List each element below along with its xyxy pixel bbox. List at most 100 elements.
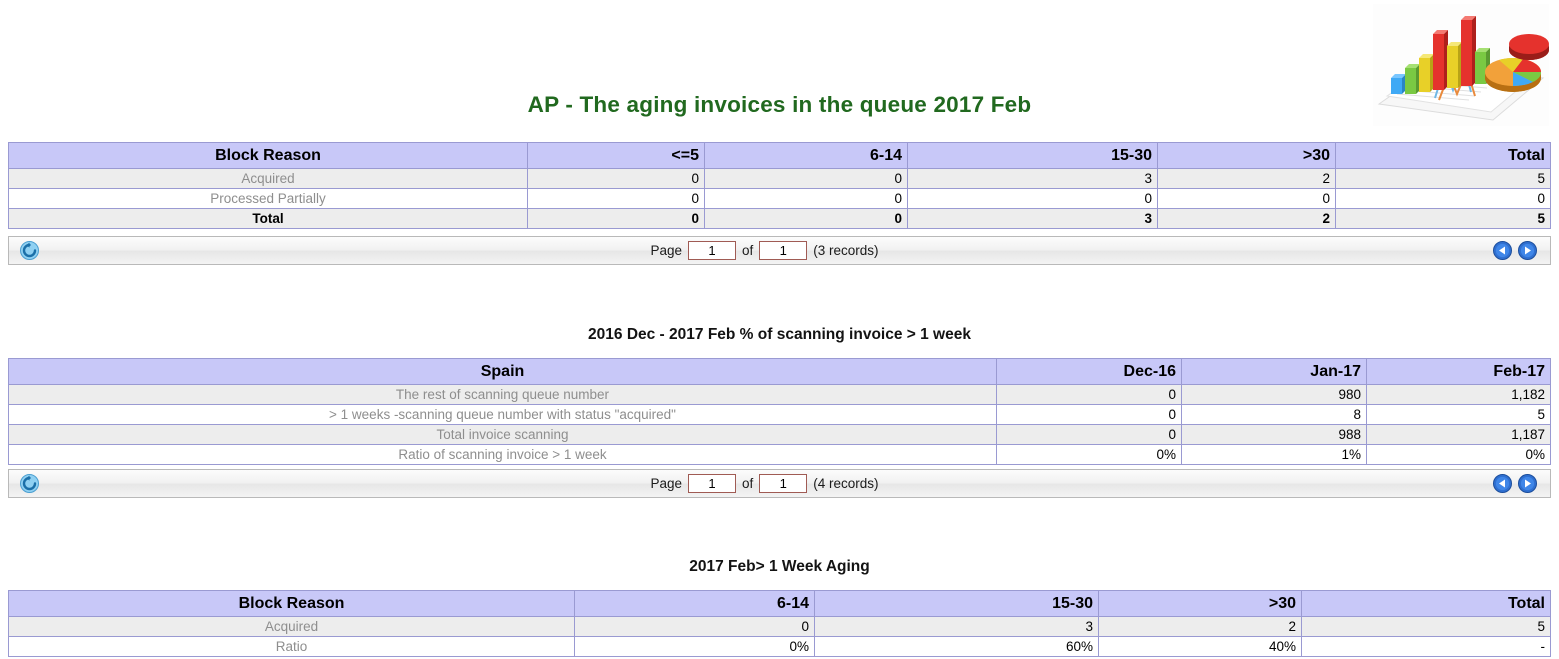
row-label: Acquired xyxy=(8,616,575,637)
column-header-block-reason[interactable]: Block Reason xyxy=(8,590,575,617)
cell-gt30: 2 xyxy=(1098,616,1302,637)
cell-total: 5 xyxy=(1335,208,1551,229)
table-row: Acquired 0 0 3 2 5 xyxy=(8,168,1551,189)
cell-15-30: 60% xyxy=(814,636,1099,657)
record-count: (3 records) xyxy=(813,243,879,258)
refresh-button-2[interactable] xyxy=(9,474,49,493)
page-number-input[interactable] xyxy=(688,241,736,260)
cell-6-14: 0 xyxy=(704,188,908,209)
cell-jan17: 8 xyxy=(1181,404,1367,425)
cell-dec16: 0 xyxy=(996,404,1182,425)
cell-gt30: 40% xyxy=(1098,636,1302,657)
cell-jan17: 980 xyxy=(1181,384,1367,405)
cell-feb17: 0% xyxy=(1366,444,1551,465)
row-label: Processed Partially xyxy=(8,188,528,209)
column-header-gt30[interactable]: >30 xyxy=(1098,590,1302,617)
refresh-icon[interactable] xyxy=(19,474,39,493)
row-label: Acquired xyxy=(8,168,528,189)
cell-15-30: 3 xyxy=(907,168,1158,189)
cell-dec16: 0 xyxy=(996,424,1182,445)
next-page-button[interactable] xyxy=(1518,474,1537,493)
table-header-row: Block Reason 6-14 15-30 >30 Total xyxy=(8,590,1551,617)
cell-total: 5 xyxy=(1335,168,1551,189)
table-row: Total invoice scanning 0 988 1,187 xyxy=(8,424,1551,445)
record-count: (4 records) xyxy=(813,476,879,491)
pagination-center-1: Page of (3 records) xyxy=(49,241,1480,260)
cell-total: 0 xyxy=(1335,188,1551,209)
cell-15-30: 0 xyxy=(907,188,1158,209)
page-label: Page xyxy=(650,476,682,491)
cell-15-30: 3 xyxy=(814,616,1099,637)
pagination-navs-2 xyxy=(1480,474,1550,493)
cell-dec16: 0 xyxy=(996,384,1182,405)
previous-page-button[interactable] xyxy=(1493,241,1512,260)
column-header-jan17[interactable]: Jan-17 xyxy=(1181,358,1367,385)
aging-queue-table: Block Reason <=5 6-14 15-30 >30 Total Ac… xyxy=(8,142,1551,229)
next-page-button[interactable] xyxy=(1518,241,1537,260)
column-header-country[interactable]: Spain xyxy=(8,358,997,385)
cell-lte5: 0 xyxy=(527,208,705,229)
previous-page-button[interactable] xyxy=(1493,474,1512,493)
section-title-week-aging: 2017 Feb> 1 Week Aging xyxy=(689,558,870,575)
table-row: Acquired 0 3 2 5 xyxy=(8,616,1551,637)
column-header-total[interactable]: Total xyxy=(1301,590,1551,617)
week-aging-table: Block Reason 6-14 15-30 >30 Total Acquir… xyxy=(8,590,1551,657)
aging-queue-table-wrapper: Block Reason <=5 6-14 15-30 >30 Total Ac… xyxy=(8,142,1551,229)
cell-lte5: 0 xyxy=(527,188,705,209)
cell-6-14: 0% xyxy=(574,636,815,657)
table-total-row: Total 0 0 3 2 5 xyxy=(8,208,1551,229)
column-header-dec16[interactable]: Dec-16 xyxy=(996,358,1182,385)
cell-gt30: 2 xyxy=(1157,208,1336,229)
cell-lte5: 0 xyxy=(527,168,705,189)
page-label: Page xyxy=(650,243,682,258)
row-label: Ratio of scanning invoice > 1 week xyxy=(8,444,997,465)
column-header-6-14[interactable]: 6-14 xyxy=(574,590,815,617)
scanning-invoice-table: Spain Dec-16 Jan-17 Feb-17 The rest of s… xyxy=(8,358,1551,465)
of-label: of xyxy=(742,243,754,258)
table-row: The rest of scanning queue number 0 980 … xyxy=(8,384,1551,405)
total-pages-input[interactable] xyxy=(759,474,808,493)
table-row: Processed Partially 0 0 0 0 0 xyxy=(8,188,1551,209)
cell-jan17: 988 xyxy=(1181,424,1367,445)
section-title-scanning: 2016 Dec - 2017 Feb % of scanning invoic… xyxy=(588,326,971,343)
of-label: of xyxy=(742,476,754,491)
column-header-gt30[interactable]: >30 xyxy=(1157,142,1336,169)
pagination-center-2: Page of (4 records) xyxy=(49,474,1480,493)
column-header-feb17[interactable]: Feb-17 xyxy=(1366,358,1551,385)
row-label-total: Total xyxy=(8,208,528,229)
column-header-block-reason[interactable]: Block Reason xyxy=(8,142,528,169)
cell-6-14: 0 xyxy=(704,208,908,229)
row-label: Ratio xyxy=(8,636,575,657)
refresh-icon[interactable] xyxy=(19,241,39,260)
cell-gt30: 0 xyxy=(1157,188,1336,209)
row-label: Total invoice scanning xyxy=(8,424,997,445)
column-header-15-30[interactable]: 15-30 xyxy=(814,590,1099,617)
pagination-toolbar-1: Page of (3 records) xyxy=(8,236,1551,265)
column-header-lte5[interactable]: <=5 xyxy=(527,142,705,169)
report-page: AP - The aging invoices in the queue 201… xyxy=(0,0,1559,659)
cell-dec16: 0% xyxy=(996,444,1182,465)
scanning-invoice-table-wrapper: Spain Dec-16 Jan-17 Feb-17 The rest of s… xyxy=(8,358,1551,465)
week-aging-table-wrapper: Block Reason 6-14 15-30 >30 Total Acquir… xyxy=(8,590,1551,657)
row-label: > 1 weeks -scanning queue number with st… xyxy=(8,404,997,425)
column-header-6-14[interactable]: 6-14 xyxy=(704,142,908,169)
column-header-total[interactable]: Total xyxy=(1335,142,1551,169)
cell-6-14: 0 xyxy=(574,616,815,637)
row-label: The rest of scanning queue number xyxy=(8,384,997,405)
cell-feb17: 1,182 xyxy=(1366,384,1551,405)
table-row: > 1 weeks -scanning queue number with st… xyxy=(8,404,1551,425)
total-pages-input[interactable] xyxy=(759,241,808,260)
pagination-toolbar-2: Page of (4 records) xyxy=(8,469,1551,498)
page-title: AP - The aging invoices in the queue 201… xyxy=(527,92,1032,117)
table-row: Ratio 0% 60% 40% - xyxy=(8,636,1551,657)
cell-6-14: 0 xyxy=(704,168,908,189)
cell-feb17: 5 xyxy=(1366,404,1551,425)
cell-jan17: 1% xyxy=(1181,444,1367,465)
cell-15-30: 3 xyxy=(907,208,1158,229)
refresh-button-1[interactable] xyxy=(9,241,49,260)
column-header-15-30[interactable]: 15-30 xyxy=(907,142,1158,169)
pagination-navs-1 xyxy=(1480,241,1550,260)
cell-feb17: 1,187 xyxy=(1366,424,1551,445)
page-number-input[interactable] xyxy=(688,474,736,493)
table-header-row: Block Reason <=5 6-14 15-30 >30 Total xyxy=(8,142,1551,169)
